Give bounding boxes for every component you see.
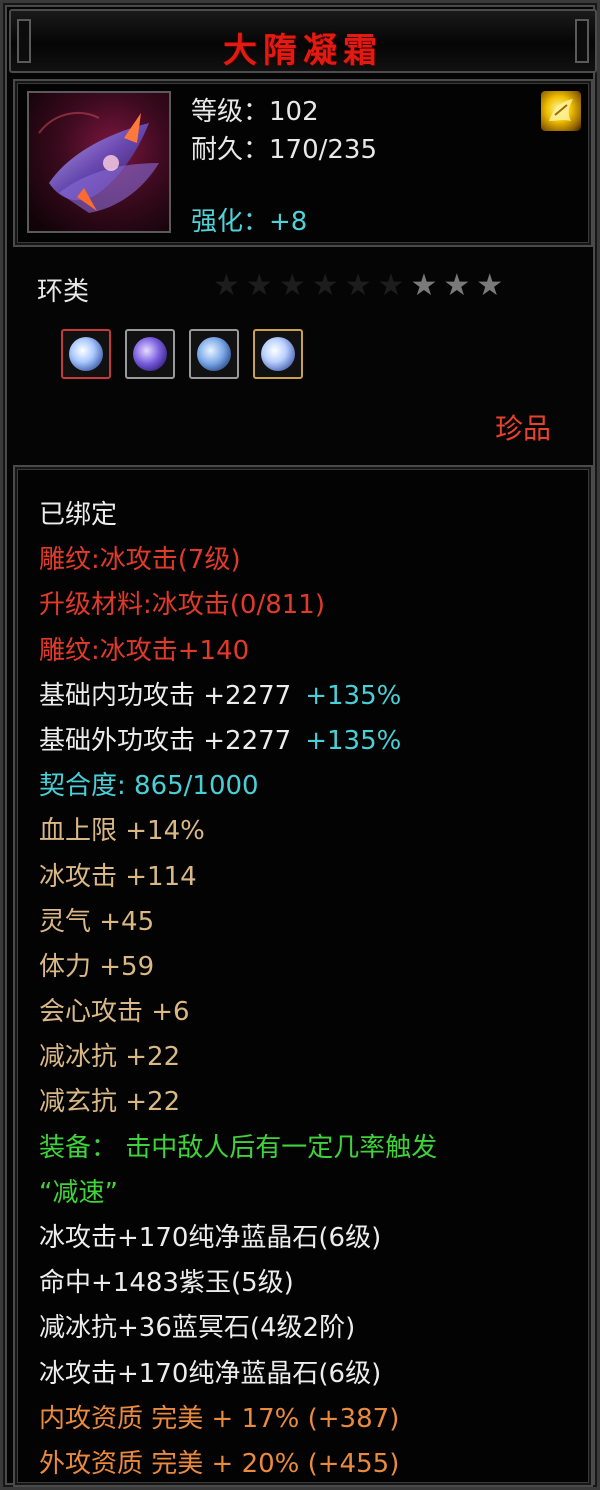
gem-slot-2[interactable] — [125, 329, 175, 379]
star-icon: ★ — [245, 268, 273, 303]
star-icon: ★ — [377, 268, 405, 303]
property-text: 冰攻击+170纯净蓝晶石(6级) — [39, 1358, 382, 1389]
item-durability: 耐久：170/235 — [191, 135, 378, 165]
bracelet-item-icon — [27, 91, 171, 233]
property-line: 血上限 +14% — [39, 809, 579, 854]
property-text: 外攻资质 完美 + 20% (+455) — [39, 1448, 400, 1479]
star-icon: ★ — [344, 268, 372, 303]
property-text: 血上限 +14% — [39, 816, 205, 847]
title-bar: 大隋凝霜 — [9, 9, 597, 73]
property-text: 基础内功攻击 +2277 — [39, 680, 292, 711]
property-line: 冰攻击+170纯净蓝晶石(6级) — [39, 1216, 579, 1261]
item-tooltip: 大隋凝霜 等级：102 耐久：170/235 强化：+8 环类 ★ ★ ★ ★ … — [0, 0, 600, 1490]
property-line: 命中+1483紫玉(5级) — [39, 1261, 579, 1306]
property-text: 减玄抗 +22 — [39, 1087, 181, 1118]
item-name: 大隋凝霜 — [223, 31, 383, 71]
property-line: 冰攻击+170纯净蓝晶石(6级) — [39, 1352, 579, 1397]
property-text: “减速” — [39, 1177, 118, 1208]
item-rarity: 珍品 — [494, 412, 551, 445]
property-text: 会心攻击 +6 — [39, 997, 190, 1028]
property-line: 减冰抗+36蓝冥石(4级2阶) — [39, 1306, 579, 1351]
property-text: 灵气 +45 — [39, 906, 155, 937]
property-line: 雕纹:冰攻击+140 — [39, 629, 579, 674]
star-icon: ★ — [443, 268, 471, 303]
property-line: “减速” — [39, 1171, 579, 1216]
property-text: 冰攻击+170纯净蓝晶石(6级) — [39, 1223, 382, 1253]
item-category: 环类 — [37, 277, 90, 307]
property-text: 基础外功攻击 +2277 — [39, 725, 292, 756]
gold-quality-icon — [541, 91, 581, 131]
item-level: 等级：102 — [191, 97, 319, 127]
gem-slot-1[interactable] — [61, 329, 111, 379]
gem-slot-3[interactable] — [189, 329, 239, 379]
property-line: 基础内功攻击 +2277 +135% — [39, 674, 579, 719]
property-text: 契合度: 865/1000 — [39, 771, 259, 802]
property-line: 减玄抗 +22 — [39, 1080, 579, 1125]
property-text: 体力 +59 — [39, 951, 155, 982]
property-text: 升级材料:冰攻击(0/811) — [39, 590, 325, 621]
property-text: 装备： 击中敌人后有一定几率触发 — [39, 1132, 438, 1163]
property-line: 基础外功攻击 +2277 +135% — [39, 719, 579, 764]
property-line: 雕纹:冰攻击(7级) — [39, 538, 579, 583]
star-icon: ★ — [278, 268, 306, 303]
gem-slot-4[interactable] — [253, 329, 303, 379]
property-text: 减冰抗+36蓝冥石(4级2阶) — [39, 1313, 356, 1344]
star-rating: ★ ★ ★ ★ ★ ★ ★ ★ ★ — [213, 269, 503, 303]
property-text: 命中+1483紫玉(5级) — [39, 1268, 294, 1299]
star-icon: ★ — [476, 268, 504, 303]
property-text: 已绑定 — [39, 500, 118, 530]
property-text: 冰攻击 +114 — [39, 861, 197, 892]
property-text: 雕纹:冰攻击+140 — [39, 635, 250, 666]
property-list: 已绑定雕纹:冰攻击(7级) 升级材料:冰攻击(0/811) 雕纹:冰攻击+140 基础… — [39, 493, 579, 1487]
item-properties-panel: 已绑定雕纹:冰攻击(7级) 升级材料:冰攻击(0/811) 雕纹:冰攻击+140 基础… — [13, 465, 593, 1487]
property-line: 装备： 击中敌人后有一定几率触发 — [39, 1126, 579, 1171]
property-bonus-percent: +135% — [305, 725, 402, 756]
bracelet-icon — [38, 112, 159, 213]
gem-sockets — [61, 329, 303, 379]
property-line: 升级材料:冰攻击(0/811) — [39, 583, 579, 628]
property-line: 外攻资质 完美 + 20% (+455) — [39, 1442, 579, 1487]
property-line: 会心攻击 +6 — [39, 990, 579, 1035]
star-icon: ★ — [311, 268, 339, 303]
star-icon: ★ — [213, 268, 240, 303]
item-header-panel: 等级：102 耐久：170/235 强化：+8 — [13, 79, 593, 247]
property-text: 减冰抗 +22 — [39, 1042, 181, 1073]
property-text: 雕纹:冰攻击(7级) — [39, 545, 241, 576]
property-line: 已绑定 — [39, 493, 579, 538]
property-line: 减冰抗 +22 — [39, 1035, 579, 1080]
property-line: 体力 +59 — [39, 945, 579, 990]
property-line: 内攻资质 完美 + 17% (+387) — [39, 1397, 579, 1442]
property-line: 冰攻击 +114 — [39, 855, 579, 900]
item-enhance-level: 强化：+8 — [191, 207, 308, 237]
property-line: 灵气 +45 — [39, 900, 579, 945]
property-bonus-percent: +135% — [305, 680, 402, 711]
property-text: 内攻资质 完美 + 17% (+387) — [39, 1403, 400, 1434]
star-icon: ★ — [410, 268, 438, 303]
property-line: 契合度: 865/1000 — [39, 764, 579, 809]
